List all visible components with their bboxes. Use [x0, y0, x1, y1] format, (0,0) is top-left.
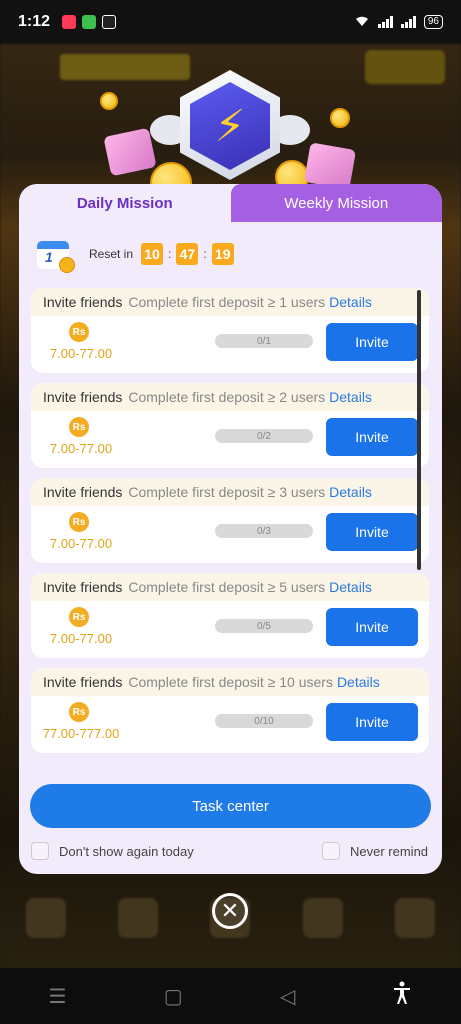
- progress-bar: 0/10: [215, 714, 313, 728]
- rupee-coin-icon: Rs: [69, 512, 89, 532]
- reset-timer-row: 1 Reset in 10 : 47 : 19: [19, 222, 442, 286]
- reward-amount: 77.00-777.00: [42, 726, 120, 741]
- invite-button[interactable]: Invite: [326, 513, 418, 551]
- rupee-coin-icon: Rs: [69, 322, 89, 342]
- progress-bar: 0/2: [215, 429, 313, 443]
- rupee-coin-icon: Rs: [69, 702, 89, 722]
- mission-description: Complete first deposit ≥ 10 users: [128, 674, 333, 690]
- signal-icon: [377, 16, 393, 28]
- details-link[interactable]: Details: [329, 389, 372, 405]
- progress-bar: 0/1: [215, 334, 313, 348]
- mission-header: Invite friends Complete first deposit ≥ …: [31, 668, 429, 696]
- background-button: [365, 50, 445, 84]
- details-link[interactable]: Details: [329, 294, 372, 310]
- mission-description: Complete first deposit ≥ 2 users: [128, 389, 326, 405]
- mission-title: Invite friends: [43, 579, 123, 595]
- coin-icon: [330, 108, 350, 128]
- system-nav-bar: ☰ ▢ ◁: [0, 968, 461, 1024]
- notification-app-icon: [62, 15, 77, 29]
- mission-header: Invite friends Complete first deposit ≥ …: [31, 383, 429, 411]
- accessibility-icon[interactable]: [392, 981, 412, 1011]
- reward-amount: 7.00-77.00: [49, 346, 113, 361]
- signal-icon-2: [400, 16, 416, 28]
- details-link[interactable]: Details: [337, 674, 380, 690]
- mission-header: Invite friends Complete first deposit ≥ …: [31, 573, 429, 601]
- reward-amount: 7.00-77.00: [49, 631, 113, 646]
- status-indicators: 96: [354, 15, 443, 30]
- status-bar: 1:12 96: [0, 0, 461, 44]
- mission-title: Invite friends: [43, 389, 123, 405]
- calendar-icon: 1: [37, 235, 75, 273]
- battery-icon: 96: [423, 15, 443, 29]
- mission-card: Invite friends Complete first deposit ≥ …: [31, 668, 429, 753]
- timer-hours: 10: [141, 243, 164, 265]
- reminder-options: Don't show again today Never remind: [31, 842, 431, 862]
- mission-card: Invite friends Complete first deposit ≥ …: [31, 383, 429, 468]
- mission-description: Complete first deposit ≥ 1 users: [128, 294, 326, 310]
- coin-icon: [100, 92, 118, 110]
- dont-show-checkbox[interactable]: [31, 842, 49, 860]
- gmail-icon: [102, 15, 117, 29]
- close-icon[interactable]: ✕: [212, 893, 248, 929]
- mission-title: Invite friends: [43, 484, 123, 500]
- gift-icon: [303, 142, 357, 190]
- invite-button[interactable]: Invite: [326, 323, 418, 361]
- mission-header: Invite friends Complete first deposit ≥ …: [31, 478, 429, 506]
- mission-tabs: Daily Mission Weekly Mission: [19, 184, 442, 222]
- status-time: 1:12: [18, 13, 51, 30]
- never-remind-label: Never remind: [350, 843, 429, 859]
- invite-button[interactable]: Invite: [326, 418, 418, 456]
- invite-button[interactable]: Invite: [326, 703, 418, 741]
- tab-weekly-mission[interactable]: Weekly Mission: [230, 184, 442, 222]
- mission-description: Complete first deposit ≥ 5 users: [128, 579, 326, 595]
- mission-card: Invite friends Complete first deposit ≥ …: [31, 288, 429, 373]
- details-link[interactable]: Details: [329, 579, 372, 595]
- timer-seconds: 19: [211, 243, 234, 265]
- mission-header: Invite friends Complete first deposit ≥ …: [31, 288, 429, 316]
- mission-modal: Daily Mission Weekly Mission 1 Reset in …: [19, 184, 442, 874]
- mission-card: Invite friends Complete first deposit ≥ …: [31, 478, 429, 563]
- progress-bar: 0/3: [215, 524, 313, 538]
- home-icon[interactable]: ▢: [164, 984, 183, 1009]
- dont-show-today-option[interactable]: Don't show again today: [31, 842, 194, 860]
- rupee-coin-icon: Rs: [69, 607, 89, 627]
- reward-amount: 7.00-77.00: [49, 536, 113, 551]
- task-center-button[interactable]: Task center: [30, 784, 431, 828]
- mission-description: Complete first deposit ≥ 3 users: [128, 484, 326, 500]
- wifi-icon: [354, 15, 370, 30]
- menu-icon[interactable]: ☰: [49, 984, 67, 1009]
- mission-card: Invite friends Complete first deposit ≥ …: [31, 573, 429, 658]
- mission-title: Invite friends: [43, 674, 123, 690]
- mission-scrollbar[interactable]: [417, 290, 421, 570]
- mission-title: Invite friends: [43, 294, 123, 310]
- reset-label: Reset in: [89, 247, 134, 261]
- never-remind-checkbox[interactable]: [322, 842, 340, 860]
- timer-minutes: 47: [176, 243, 199, 265]
- mission-list[interactable]: Invite friends Complete first deposit ≥ …: [31, 288, 431, 766]
- back-icon[interactable]: ◁: [280, 984, 295, 1009]
- notification-app-icon: [82, 15, 97, 29]
- rupee-coin-icon: Rs: [69, 417, 89, 437]
- details-link[interactable]: Details: [329, 484, 372, 500]
- reward-amount: 7.00-77.00: [49, 441, 113, 456]
- never-remind-option[interactable]: Never remind: [322, 842, 428, 860]
- tab-daily-mission[interactable]: Daily Mission: [19, 184, 231, 222]
- invite-button[interactable]: Invite: [326, 608, 418, 646]
- dont-show-label: Don't show again today: [59, 843, 194, 859]
- gift-icon: [103, 127, 157, 177]
- mission-hero-graphic: ⚡: [95, 70, 365, 204]
- progress-bar: 0/5: [215, 619, 313, 633]
